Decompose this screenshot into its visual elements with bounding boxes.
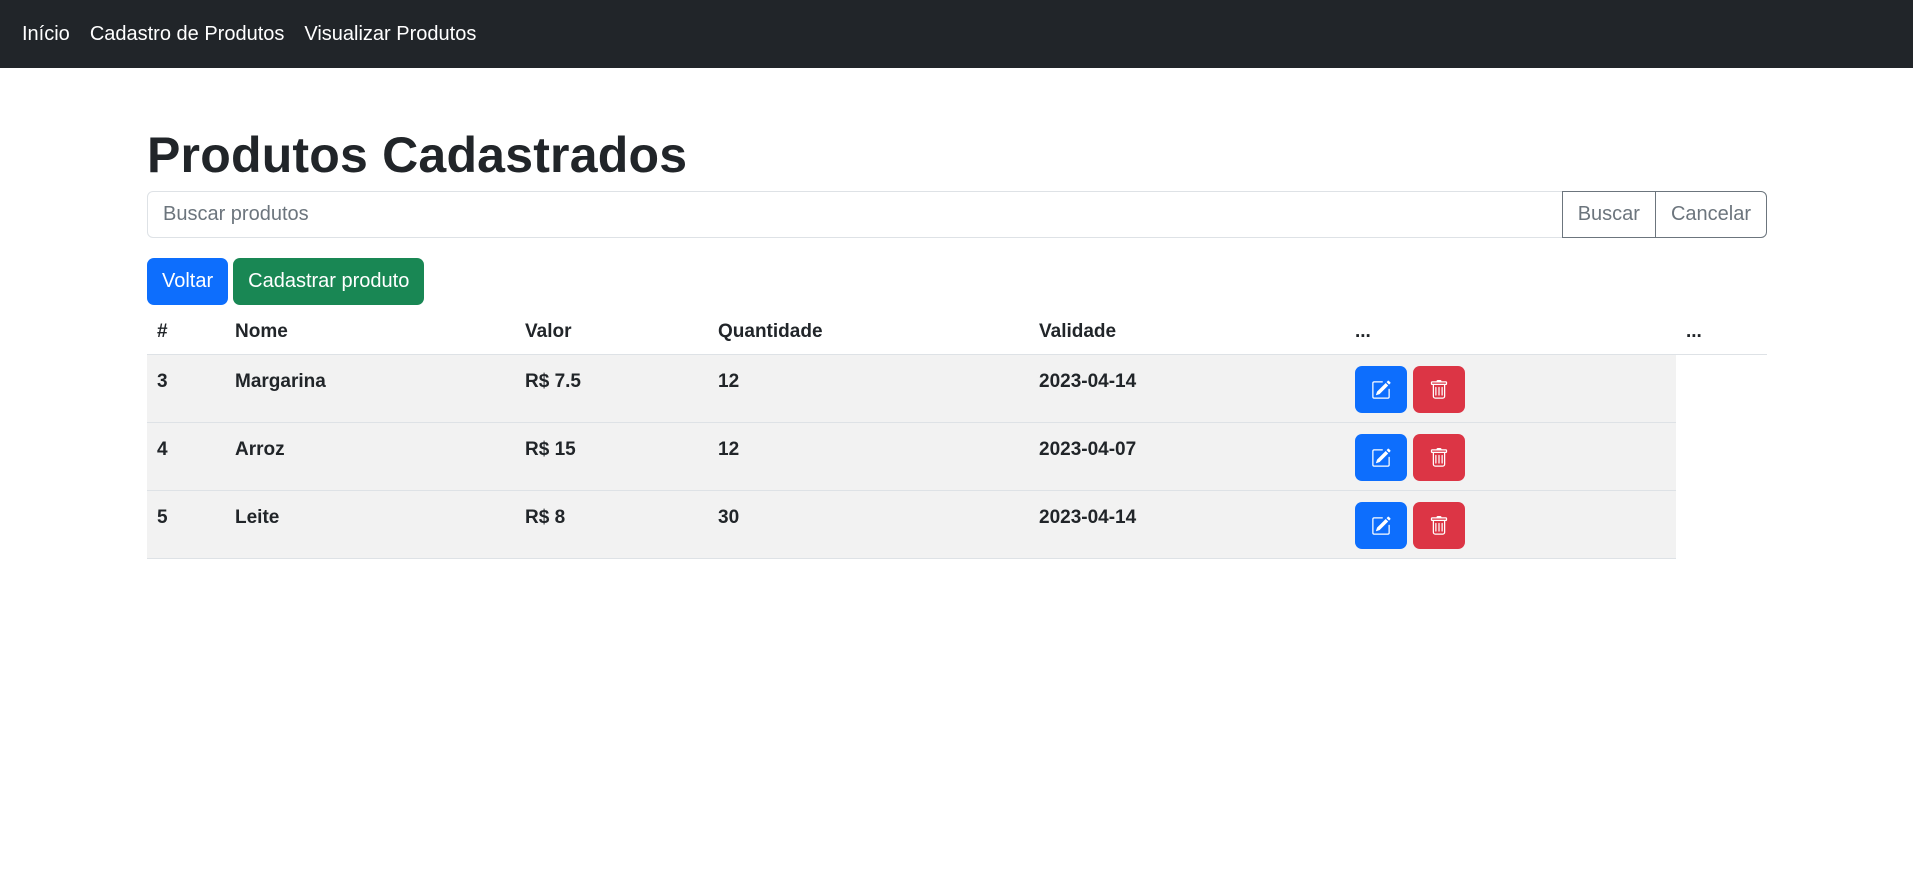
nav-link-cadastro-produtos[interactable]: Cadastro de Produtos [90, 23, 285, 46]
table-row: 4 Arroz R$ 15 12 2023-04-07 [147, 422, 1767, 491]
cell-nome: Leite [225, 490, 515, 559]
back-button[interactable]: Voltar [147, 258, 229, 305]
delete-button[interactable] [1413, 366, 1465, 413]
search-bar: Buscar Cancelar [147, 191, 1767, 238]
cell-actions [1345, 490, 1676, 559]
trash-icon [1430, 515, 1448, 535]
table-header-row: # Nome Valor Quantidade Validade ... ... [147, 311, 1767, 355]
cell-empty [1676, 354, 1767, 423]
action-buttons: Voltar Cadastrar produto [147, 258, 1767, 305]
create-product-button[interactable]: Cadastrar produto [233, 258, 425, 305]
search-input[interactable] [147, 191, 1563, 238]
pencil-square-icon [1372, 516, 1391, 535]
cell-actions [1345, 354, 1676, 423]
cell-valor: R$ 7.5 [515, 354, 708, 423]
top-navbar: Início Cadastro de Produtos Visualizar P… [0, 0, 1913, 68]
delete-button[interactable] [1413, 502, 1465, 549]
nav-link-inicio[interactable]: Início [22, 23, 70, 46]
search-button[interactable]: Buscar [1561, 191, 1656, 238]
cell-nome: Arroz [225, 422, 515, 491]
products-table: # Nome Valor Quantidade Validade ... ...… [147, 311, 1767, 559]
cell-validade: 2023-04-14 [1029, 490, 1345, 559]
pencil-square-icon [1372, 380, 1391, 399]
header-quantidade: Quantidade [708, 311, 1029, 355]
page-title: Produtos Cadastrados [147, 127, 688, 183]
table-row: 5 Leite R$ 8 30 2023-04-14 [147, 490, 1767, 559]
cell-empty [1676, 490, 1767, 559]
cell-validade: 2023-04-07 [1029, 422, 1345, 491]
cell-validade: 2023-04-14 [1029, 354, 1345, 423]
header-validade: Validade [1029, 311, 1345, 355]
edit-button[interactable] [1355, 366, 1407, 413]
cell-empty [1676, 422, 1767, 491]
header-nome: Nome [225, 311, 515, 355]
edit-button[interactable] [1355, 502, 1407, 549]
header-actions-2: ... [1676, 311, 1767, 355]
trash-icon [1430, 379, 1448, 399]
cell-actions [1345, 422, 1676, 491]
edit-button[interactable] [1355, 434, 1407, 481]
table-row: 3 Margarina R$ 7.5 12 2023-04-14 [147, 354, 1767, 423]
cell-id: 5 [147, 490, 225, 559]
header-id: # [147, 311, 225, 355]
cell-id: 3 [147, 354, 225, 423]
cancel-button[interactable]: Cancelar [1654, 191, 1767, 238]
nav-link-visualizar-produtos[interactable]: Visualizar Produtos [304, 23, 476, 46]
trash-icon [1430, 447, 1448, 467]
cell-quantidade: 12 [708, 354, 1029, 423]
main-container: Produtos Cadastrados Buscar Cancelar Vol… [147, 68, 1767, 559]
cell-valor: R$ 8 [515, 490, 708, 559]
pencil-square-icon [1372, 448, 1391, 467]
header-actions-1: ... [1345, 311, 1676, 355]
cell-valor: R$ 15 [515, 422, 708, 491]
cell-quantidade: 30 [708, 490, 1029, 559]
cell-id: 4 [147, 422, 225, 491]
cell-nome: Margarina [225, 354, 515, 423]
delete-button[interactable] [1413, 434, 1465, 481]
header-valor: Valor [515, 311, 708, 355]
cell-quantidade: 12 [708, 422, 1029, 491]
